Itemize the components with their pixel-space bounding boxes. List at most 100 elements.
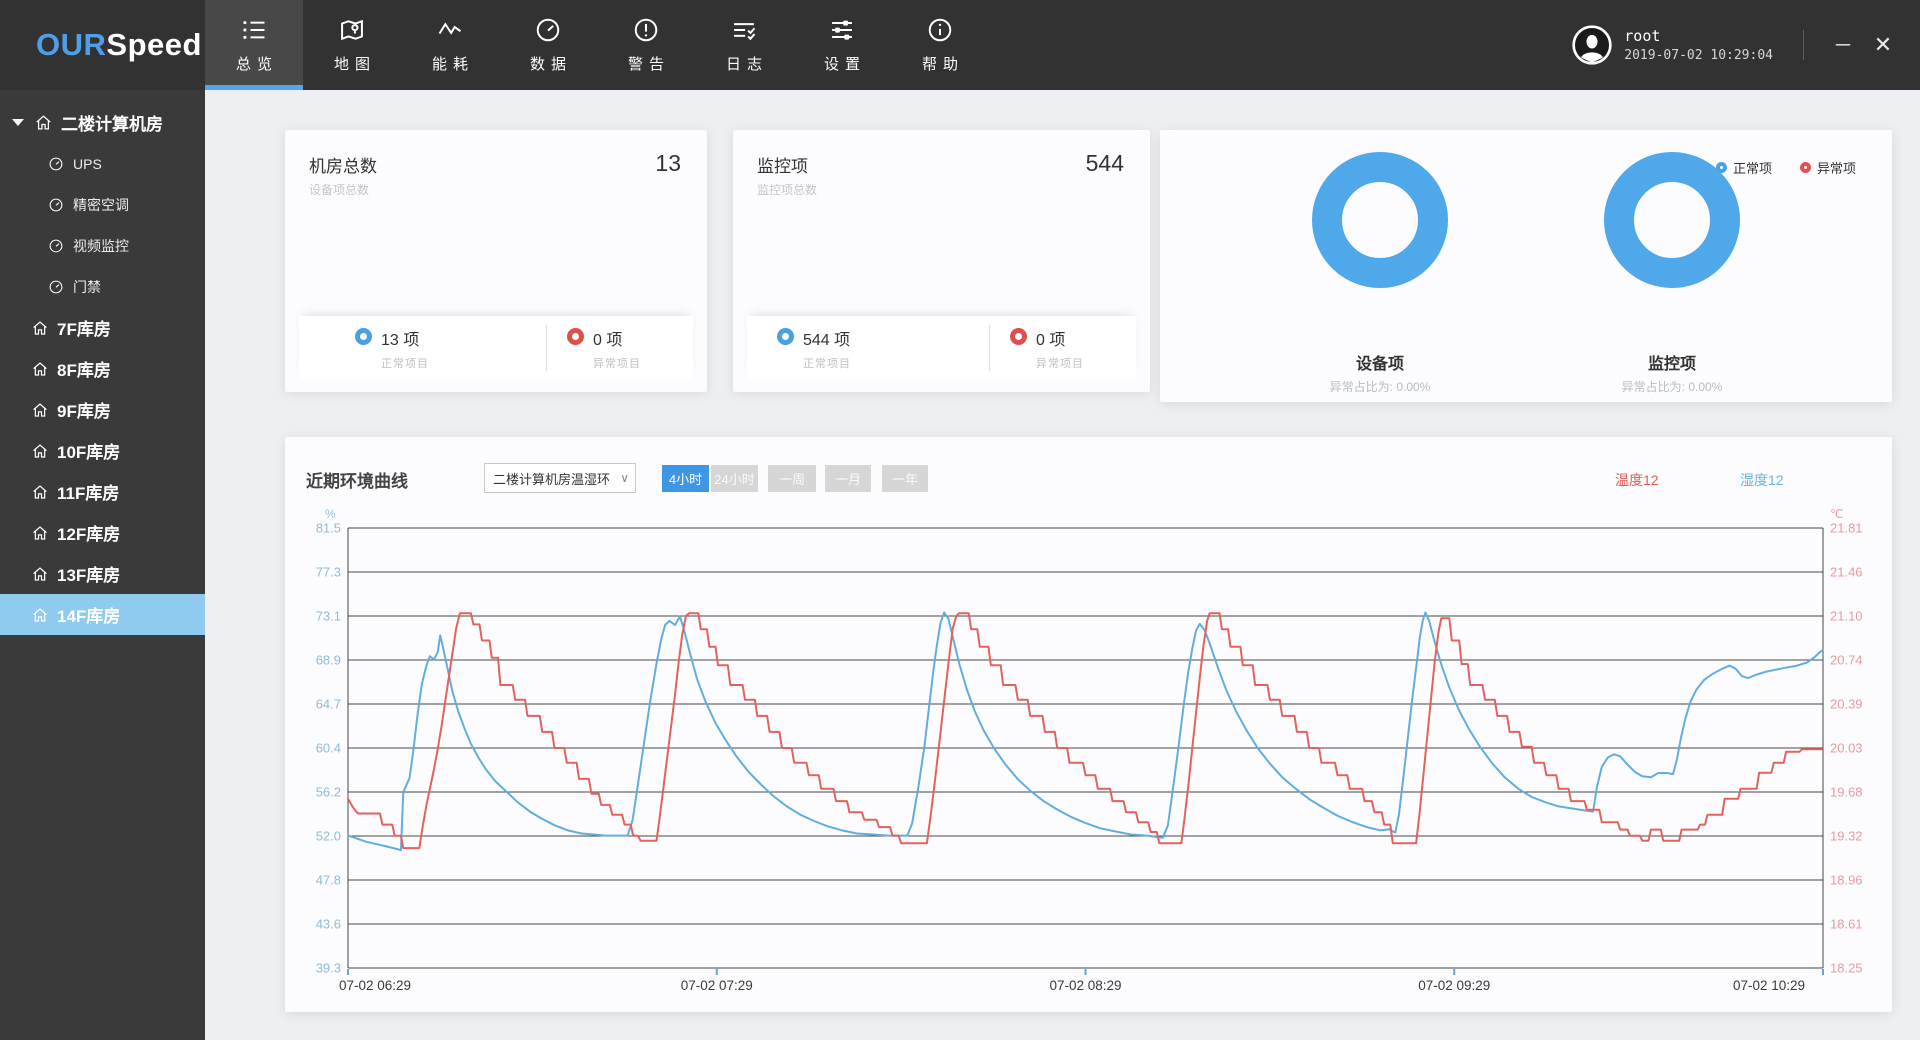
sidebar-item-warehouse-8f[interactable]: 8F库房 bbox=[0, 348, 205, 389]
nav-item-alert[interactable]: 警告 bbox=[597, 0, 695, 90]
sidebar-item-label: UPS bbox=[73, 156, 102, 172]
humidity-legend[interactable]: 湿度12 bbox=[1740, 470, 1784, 490]
sidebar-item-label: 12F库房 bbox=[57, 520, 120, 545]
legend-label: 正常项 bbox=[1733, 158, 1772, 177]
abnormal-stat: 0 项 异常项目 bbox=[1010, 326, 1130, 371]
normal-label: 正常项目 bbox=[803, 355, 851, 371]
legend-ring-icon bbox=[1800, 162, 1811, 173]
y-axis-tick-left: 60.4 bbox=[316, 741, 341, 756]
system-time: 2019-07-02 10:29:04 bbox=[1624, 48, 1773, 63]
nav-label: 警告 bbox=[628, 53, 670, 74]
nav-item-overview[interactable]: 总览 bbox=[205, 0, 303, 90]
y-axis-tick-left: 68.9 bbox=[316, 653, 341, 668]
sidebar-item-warehouse-12f[interactable]: 12F库房 bbox=[0, 512, 205, 553]
user-info[interactable]: root 2019-07-02 10:29:04 bbox=[1572, 25, 1773, 65]
donut-legend-item-normal[interactable]: 正常项 bbox=[1716, 158, 1772, 177]
topbar-right: root 2019-07-02 10:29:04 ─ ✕ bbox=[1572, 0, 1920, 90]
y-axis-tick-right: 21.46 bbox=[1830, 565, 1863, 580]
sidebar-item-warehouse-10f[interactable]: 10F库房 bbox=[0, 430, 205, 471]
normal-count: 13 项 bbox=[381, 326, 429, 350]
abnormal-label: 异常项目 bbox=[1036, 355, 1084, 371]
legend-label: 异常项 bbox=[1817, 158, 1856, 177]
stat-strip: 13 项 正常项目 0 项 异常项目 bbox=[299, 316, 693, 380]
range-button-year[interactable]: 一年 bbox=[882, 465, 928, 492]
sidebar-item-video-surveillance[interactable]: 视频监控 bbox=[0, 225, 205, 266]
y-axis-tick-left: 81.5 bbox=[316, 521, 341, 536]
nav-item-settings[interactable]: 设置 bbox=[793, 0, 891, 90]
y-axis-tick-right: 18.61 bbox=[1830, 917, 1863, 932]
sliders-icon bbox=[828, 16, 856, 44]
home-icon bbox=[31, 606, 49, 624]
nav-label: 地图 bbox=[334, 53, 376, 74]
nav-label: 数据 bbox=[530, 53, 572, 74]
server-room-total-card: 机房总数 设备项总数 13 13 项 正常项目 0 项 异常项目 bbox=[285, 130, 707, 392]
top-nav: 总览地图 能耗 数据 警告 日志 设置 帮助 bbox=[205, 0, 989, 90]
environment-curve-panel: 近期环境曲线 二楼计算机房温湿环 ∨ 4小时24小时一周一月一年 温度12 湿度… bbox=[285, 437, 1892, 1012]
donut-subtitle: 异常占比为: 0.00% bbox=[1622, 378, 1723, 395]
home-icon bbox=[31, 319, 49, 337]
sidebar-item-warehouse-9f[interactable]: 9F库房 bbox=[0, 389, 205, 430]
chevron-down-icon: ∨ bbox=[620, 471, 629, 485]
range-button-24h[interactable]: 24小时 bbox=[711, 465, 758, 492]
nav-label: 能耗 bbox=[432, 53, 474, 74]
x-axis-label: 07-02 09:29 bbox=[1418, 978, 1490, 993]
temperature-legend[interactable]: 温度12 bbox=[1615, 470, 1659, 490]
caret-down-icon[interactable] bbox=[12, 119, 24, 126]
logo-our: OUR bbox=[36, 27, 106, 63]
donut-title: 设备项 bbox=[1356, 350, 1404, 374]
user-name: root bbox=[1624, 27, 1773, 45]
gauge-icon bbox=[48, 279, 64, 295]
nav-label: 设置 bbox=[824, 53, 866, 74]
monitor-items-card: 监控项 监控项总数 544 544 项 正常项目 0 项 异常项目 bbox=[733, 130, 1150, 392]
donut-title: 监控项 bbox=[1648, 350, 1696, 374]
card-value: 13 bbox=[655, 150, 681, 177]
range-button-week[interactable]: 一周 bbox=[768, 465, 816, 492]
card-subtitle: 监控项总数 bbox=[757, 181, 817, 198]
nav-label: 日志 bbox=[726, 53, 768, 74]
stat-divider bbox=[546, 325, 547, 371]
y-axis-tick-left: 56.2 bbox=[316, 785, 341, 800]
y-axis-tick-right: 20.39 bbox=[1830, 697, 1863, 712]
nav-label: 帮助 bbox=[922, 53, 964, 74]
sidebar-item-label: 11F库房 bbox=[57, 479, 119, 504]
chart-title: 近期环境曲线 bbox=[306, 467, 408, 492]
home-icon bbox=[31, 483, 49, 501]
nav-item-data[interactable]: 数据 bbox=[499, 0, 597, 90]
range-button-4h[interactable]: 4小时 bbox=[662, 465, 709, 492]
card-value: 544 bbox=[1086, 150, 1124, 177]
log-icon bbox=[730, 16, 758, 44]
sidebar-item-label: 9F库房 bbox=[57, 397, 111, 422]
map-icon bbox=[338, 16, 366, 44]
sidebar-item-access-control[interactable]: 门禁 bbox=[0, 266, 205, 307]
abnormal-ring-icon bbox=[1010, 328, 1027, 345]
sidebar-item-warehouse-13f[interactable]: 13F库房 bbox=[0, 553, 205, 594]
sidebar: 二楼计算机房 UPS 精密空调视频监控门禁7F库房8F库房 9F库房 10F库房 11F库… bbox=[0, 90, 205, 1040]
gauge-icon bbox=[534, 16, 562, 44]
home-icon bbox=[31, 565, 49, 583]
nav-item-energy[interactable]: 能耗 bbox=[401, 0, 499, 90]
nav-item-map[interactable]: 地图 bbox=[303, 0, 401, 90]
x-axis-label: 07-02 08:29 bbox=[1049, 978, 1121, 993]
donut-legend-item-abnormal[interactable]: 异常项 bbox=[1800, 158, 1856, 177]
donut-subtitle: 异常占比为: 0.00% bbox=[1330, 378, 1431, 395]
sidebar-item-warehouse-11f[interactable]: 11F库房 bbox=[0, 471, 205, 512]
x-axis-label: 07-02 10:29 bbox=[1733, 978, 1805, 993]
abnormal-count: 0 项 bbox=[1036, 326, 1084, 350]
close-button[interactable]: ✕ bbox=[1868, 30, 1898, 60]
home-icon bbox=[31, 524, 49, 542]
room-select[interactable]: 二楼计算机房温湿环 ∨ bbox=[484, 463, 636, 493]
minimize-button[interactable]: ─ bbox=[1828, 30, 1858, 60]
sidebar-item-room-2f-computer-room[interactable]: 二楼计算机房 bbox=[0, 102, 205, 143]
nav-item-log[interactable]: 日志 bbox=[695, 0, 793, 90]
y-axis-tick-right: 20.03 bbox=[1830, 741, 1863, 756]
gauge-icon bbox=[48, 197, 64, 213]
x-axis-label: 07-02 07:29 bbox=[681, 978, 753, 993]
logo-speed: Speed bbox=[106, 27, 202, 63]
sidebar-item-precision-ac[interactable]: 精密空调 bbox=[0, 184, 205, 225]
nav-item-help[interactable]: 帮助 bbox=[891, 0, 989, 90]
sidebar-item-ups[interactable]: UPS bbox=[0, 143, 205, 184]
range-button-month[interactable]: 一月 bbox=[825, 465, 871, 492]
sidebar-item-warehouse-14f[interactable]: 14F库房 bbox=[0, 594, 205, 635]
sidebar-item-warehouse-7f[interactable]: 7F库房 bbox=[0, 307, 205, 348]
sidebar-item-label: 10F库房 bbox=[57, 438, 120, 463]
